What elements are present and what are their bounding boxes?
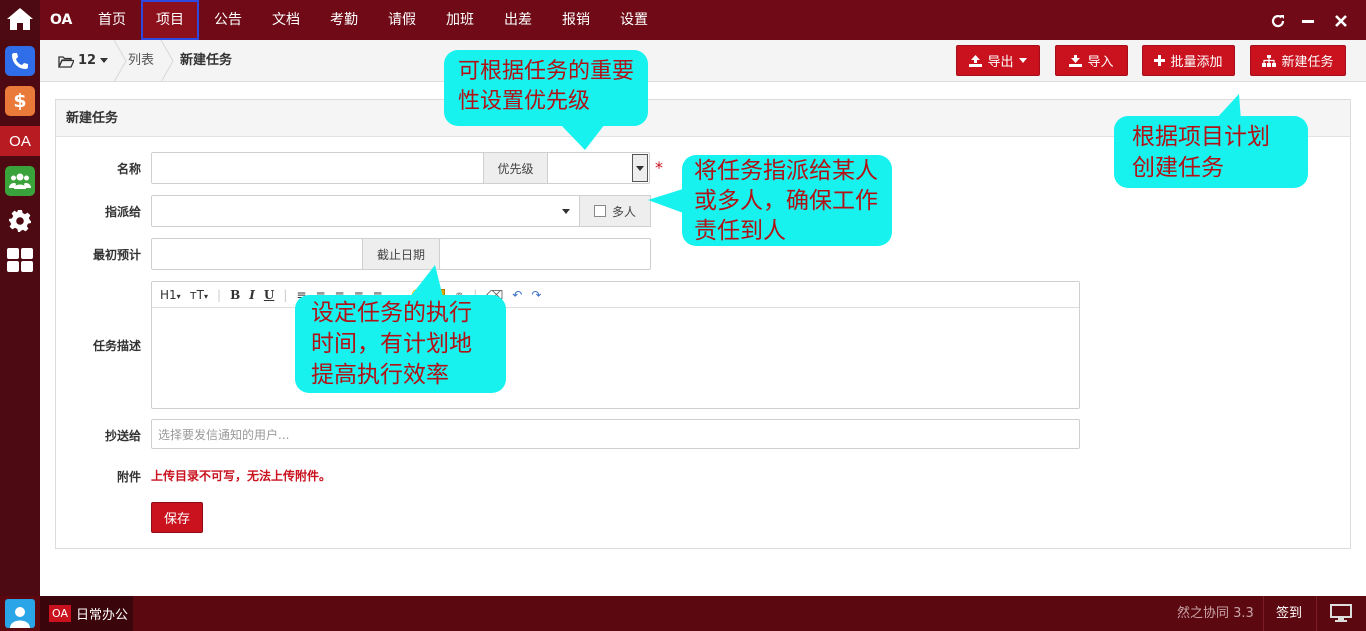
undo-icon[interactable]: ↶ <box>512 288 522 302</box>
divider <box>1316 596 1317 631</box>
estimate-input[interactable] <box>151 238 363 270</box>
caret-down-icon <box>562 209 570 214</box>
folder-count: 12 <box>78 53 97 68</box>
breadcrumb-separator <box>113 39 127 83</box>
breadcrumb-current: 新建任务 <box>180 53 233 68</box>
settings-gear-icon[interactable] <box>5 206 35 236</box>
name-label: 名称 <box>116 162 141 176</box>
select-arrow-icon <box>632 154 648 182</box>
cc-label: 抄送给 <box>104 429 141 443</box>
callout-pointer <box>1215 94 1241 120</box>
desktop-icon[interactable] <box>1330 604 1352 626</box>
export-button[interactable]: 导出 <box>956 45 1040 76</box>
callout-pointer <box>410 265 443 297</box>
user-avatar-icon[interactable] <box>5 599 35 628</box>
callout-pointer <box>560 124 605 150</box>
required-mark: * <box>655 158 663 177</box>
divider <box>1263 596 1264 631</box>
signin-button[interactable]: 签到 <box>1276 596 1302 631</box>
estimate-label: 最初预计 <box>92 248 141 262</box>
multi-label: 多人 <box>611 204 636 219</box>
project-folder-dropdown[interactable]: 12 <box>58 40 109 82</box>
menu-item-leave[interactable]: 请假 <box>373 0 431 40</box>
menu-item-attendance[interactable]: 考勤 <box>315 0 373 40</box>
description-editor[interactable]: H1▾ тT▾ | B I U | ≡ ≡ ≡ ≡ ≡ ☺ ⚭ | ⌫ ↶ ↷ <box>151 281 1080 409</box>
priority-addon-label: 优先级 <box>483 152 548 184</box>
close-icon[interactable] <box>1326 0 1356 40</box>
underline-button[interactable]: U <box>264 288 274 302</box>
breadcrumb-separator <box>160 39 174 83</box>
callout-schedule: 设定任务的执行时间，有计划地提高执行效率 <box>295 295 506 393</box>
assign-select[interactable] <box>151 195 581 227</box>
import-label: 导入 <box>1087 55 1114 70</box>
folder-open-icon <box>58 55 74 68</box>
menu-item-announcement[interactable]: 公告 <box>199 0 257 40</box>
menu-item-reimburse[interactable]: 报销 <box>547 0 605 40</box>
caret-down-icon <box>1018 57 1027 63</box>
main-menu: 首页 项目 公告 文档 考勤 请假 加班 出差 报销 设置 <box>83 0 663 40</box>
caret-down-icon <box>100 58 109 63</box>
batch-add-button[interactable]: 批量添加 <box>1142 45 1235 76</box>
desc-label: 任务描述 <box>92 339 141 353</box>
italic-button[interactable]: I <box>249 288 255 302</box>
redo-icon[interactable]: ↷ <box>531 288 541 302</box>
top-navbar: OA 首页 项目 公告 文档 考勤 请假 加班 出差 报销 设置 <box>40 0 1366 40</box>
deadline-input[interactable] <box>439 238 651 270</box>
taskbar-app-label: 日常办公 <box>76 608 129 623</box>
version-label: 然之协同 3.3 <box>1177 606 1254 621</box>
menu-item-trip[interactable]: 出差 <box>489 0 547 40</box>
bottom-taskbar: OA 日常办公 然之协同 3.3 签到 <box>0 596 1366 631</box>
download-icon <box>1069 54 1083 67</box>
apps-grid-icon[interactable] <box>5 245 35 275</box>
menu-item-project[interactable]: 项目 <box>141 0 199 40</box>
name-input[interactable] <box>151 152 484 184</box>
callout-pointer <box>648 188 686 214</box>
refresh-icon[interactable] <box>1263 0 1293 40</box>
menu-item-docs[interactable]: 文档 <box>257 0 315 40</box>
menu-item-overtime[interactable]: 加班 <box>431 0 489 40</box>
menu-item-settings[interactable]: 设置 <box>605 0 663 40</box>
priority-select[interactable] <box>547 152 650 184</box>
left-dock: $ OA <box>0 0 40 596</box>
new-task-button[interactable]: 新建任务 <box>1250 45 1346 76</box>
home-icon[interactable] <box>4 4 36 34</box>
bold-button[interactable]: B <box>230 288 240 302</box>
minimize-icon[interactable] <box>1293 0 1323 40</box>
save-button[interactable]: 保存 <box>151 502 203 533</box>
sitemap-icon <box>1262 54 1277 67</box>
cc-input[interactable]: 选择要发信通知的用户... <box>151 419 1080 449</box>
heading-button[interactable]: H1▾ <box>160 288 181 302</box>
breadcrumb-list-link[interactable]: 列表 <box>128 40 154 82</box>
attachment-label: 附件 <box>116 470 141 484</box>
export-label: 导出 <box>987 55 1014 70</box>
oa-app-icon[interactable]: OA <box>0 126 40 156</box>
editor-toolbar: H1▾ тT▾ | B I U | ≡ ≡ ≡ ≡ ≡ ☺ ⚭ | ⌫ ↶ ↷ <box>152 282 1079 308</box>
assign-label: 指派给 <box>104 205 141 219</box>
menu-item-home[interactable]: 首页 <box>83 0 141 40</box>
finance-icon[interactable]: $ <box>5 86 35 116</box>
new-task-label: 新建任务 <box>1281 55 1334 70</box>
phone-icon[interactable] <box>5 46 35 76</box>
import-button[interactable]: 导入 <box>1055 45 1128 76</box>
brand-logo[interactable]: OA <box>50 0 72 40</box>
multi-person-toggle[interactable]: 多人 <box>579 195 651 227</box>
taskbar-app-daily-office[interactable]: OA 日常办公 <box>40 596 133 631</box>
callout-assign: 将任务指派给某人或多人，确保工作责任到人 <box>682 155 892 246</box>
attachment-error: 上传目录不可写，无法上传附件。 <box>151 469 332 483</box>
callout-priority: 可根据任务的重要性设置优先级 <box>444 50 648 126</box>
oa-app-icon: OA <box>49 605 71 622</box>
plus-icon <box>1154 55 1166 66</box>
multi-checkbox[interactable] <box>593 205 606 217</box>
upload-icon <box>969 54 983 67</box>
batch-add-label: 批量添加 <box>1170 55 1223 70</box>
font-size-button[interactable]: тT▾ <box>190 288 208 302</box>
team-icon[interactable] <box>5 166 35 196</box>
callout-create-task: 根据项目计划创建任务 <box>1114 116 1308 188</box>
